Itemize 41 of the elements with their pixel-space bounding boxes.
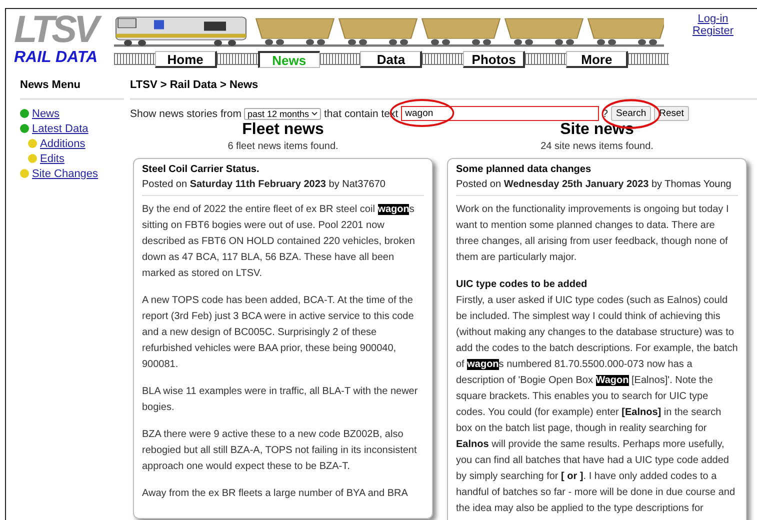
posted-line: Posted on Saturday 11th February 2023 by Nat37670	[142, 179, 386, 190]
track-strip	[114, 53, 155, 65]
chevron-down-icon	[311, 111, 318, 116]
sidebar-link[interactable]: Edits	[40, 152, 64, 164]
sidebar-link[interactable]: News	[32, 108, 60, 120]
news-paragraph: BLA wise 11 examples were in traffic, all BLA-T with the newer bogies.	[142, 385, 419, 415]
account-link[interactable]: Register	[692, 25, 734, 37]
nav-tab[interactable]: Photos	[463, 50, 526, 68]
posted-line: Posted on Wednesday 25th January 2023 by Thomas Young	[456, 179, 732, 190]
account-link[interactable]: Log-in	[698, 13, 728, 25]
filter-label: Show news stories from	[130, 108, 242, 120]
track-strip	[422, 53, 464, 65]
sidebar-link[interactable]: Additions	[40, 138, 86, 150]
logo-subtitle: RAIL DATA	[14, 49, 99, 67]
track-strip	[628, 53, 669, 65]
news-subheading: UIC type codes to be added	[456, 278, 588, 292]
news-paragraph: BZA there were 9 active these to a new code BZ002B, also rebogied but all still BZA-A, TOPS not failing in its inconsistent approach one would expect these to be BZA-T.	[142, 428, 418, 474]
logo-mark: LTSV	[14, 13, 114, 47]
track-strip	[216, 53, 258, 65]
news-headline: Some planned data changes	[456, 164, 592, 175]
news-paragraph: Firstly, a user asked if UIC type codes (such as Ealnos) could be included. The simplest way I could think of achieving this (without making any changes to the database structure) was to add the codes to the batch descriptions. For example, the batch of wagons numbered 81.70.5500.000-073 now has a description of 'Bogie Open Box Wagon [Ealnos]'. Note the square brackets. This enables you to search for UIC type codes. You could (for example) enter [Ealnos] in the search box on the batch list page, though in reality searching for Ealnos will provide the same results. Perhaps more usefully, you can find all batches that have had a UIC type code added by simply searching for [ or ]. I have only added codes to a handful of batches so far - more will be done in due course and the idea may also be applied to the type descriptions for	[456, 294, 738, 516]
news-paragraph: Work on the functionality improvements is ongoing but today I want to mention some planned changes to data. There are three changes, all arising from user feedback, though none of them are particularly major.	[456, 203, 730, 265]
news-headline: Steel Coil Carrier Status.	[142, 164, 260, 175]
search-field[interactable]: wagon	[401, 106, 600, 121]
nav-tab[interactable]: Home	[154, 50, 217, 68]
news-paragraph: A new TOPS code has been added, BCA-T. At the time of the report (3rd Feb) just 3 BCA were in active service to this code and a new design of BC005C. Surprisingly 2 of these refurbished vehicles were BAA prior, these being 900040, 900081.	[142, 294, 415, 372]
period-select[interactable]: past 12 months	[244, 108, 322, 120]
item-count: 24 site news items found.	[540, 141, 654, 152]
sidebar-link[interactable]: Site Changes	[32, 168, 98, 180]
search-button[interactable]: Search	[611, 106, 652, 121]
nav-tab[interactable]: Data	[360, 50, 422, 68]
news-paragraph: By the end of 2022 the entire fleet of ex BR steel coil wagons sitting on FBT6 bogies were out of use. Pool 2201 now described as FBT6 ON HOLD contained 220 vehicles, broken down as 47 BCA, 117 BLA, 56 BZA. These have all been marked as stored on LTSV.	[142, 203, 416, 281]
sidebar-link[interactable]: Latest Data	[32, 122, 88, 134]
track-strip	[320, 53, 360, 65]
section-title: Fleet news	[242, 121, 324, 138]
nav-tab[interactable]: More	[566, 50, 628, 68]
breadcrumb: LTSV > Rail Data > News	[130, 79, 757, 100]
track-strip	[525, 53, 566, 65]
news-paragraph: Away from the ex BR fleets a large number of BYA and BRA	[142, 487, 409, 501]
item-count: 6 fleet news items found.	[228, 141, 338, 152]
sidebar-title: News Menu	[20, 79, 124, 100]
